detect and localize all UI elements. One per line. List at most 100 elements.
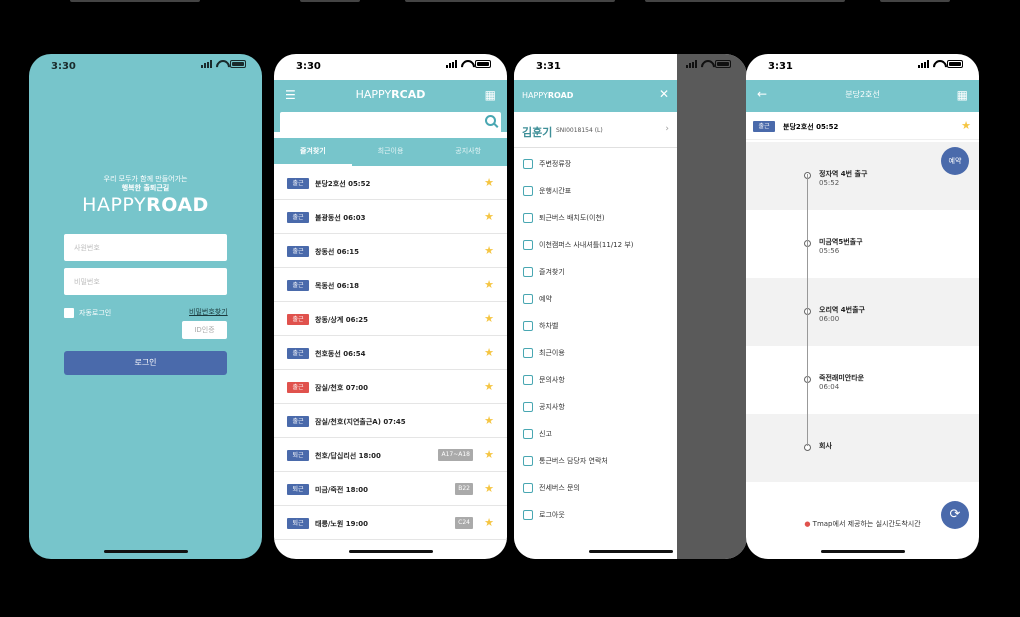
menu-item[interactable]: 최근이용: [514, 339, 677, 366]
refresh-button[interactable]: ⟳: [941, 501, 969, 529]
stop-time: 05:56: [819, 247, 840, 255]
star-icon[interactable]: ★: [484, 516, 494, 529]
list-item[interactable]: 출근 불광동선 06:03 ★: [274, 200, 507, 234]
stop-name: 미금역5번출구: [819, 238, 863, 246]
tab-favorites[interactable]: 즐겨찾기: [274, 138, 352, 166]
star-icon[interactable]: ★: [484, 176, 494, 189]
stop-time: 05:52: [819, 179, 840, 187]
menu-item[interactable]: 신고: [514, 420, 677, 447]
drawer-screen: 3:31 HAPPYROAD ✕ 김훈기 SNI0018154 (L) › 주변…: [514, 54, 747, 559]
user-profile[interactable]: 김훈기 SNI0018154 (L) ›: [514, 112, 677, 148]
login-screen: 3:30 우리 모두가 함께 만들어가는 행복한 출퇴근길 HAPPYROAD …: [29, 54, 262, 559]
star-icon[interactable]: ★: [484, 244, 494, 257]
commute-badge: 퇴근: [287, 484, 309, 495]
menu-label: 공지사항: [539, 402, 565, 411]
bus-tag: B22: [455, 483, 473, 495]
search-icon[interactable]: [485, 115, 496, 126]
stop-item[interactable]: 미금역5번출구 05:56: [746, 210, 979, 278]
menu-item[interactable]: 전세버스 문의: [514, 474, 677, 501]
stop-item[interactable]: 죽전래미안타운 06:04: [746, 346, 979, 414]
status-icons: [201, 60, 246, 68]
drawer-menu: 주변정류장운행시간표퇴근버스 배치도(이천) 이천캠퍼스 사내셔틀(11/12 부…: [514, 150, 677, 528]
menu-icon: [523, 374, 533, 385]
reserve-button[interactable]: 예약: [941, 147, 969, 175]
star-icon[interactable]: ★: [484, 210, 494, 223]
auto-login-label: 자동로그인: [79, 309, 112, 317]
commute-badge: 출근: [287, 348, 309, 359]
star-icon[interactable]: ★: [484, 346, 494, 359]
menu-item[interactable]: 로그아웃: [514, 501, 677, 528]
checkbox-icon[interactable]: [64, 308, 74, 318]
list-item[interactable]: 출근 천호동선 06:54 ★: [274, 336, 507, 370]
list-item[interactable]: 출근 창동선 06:15 ★: [274, 234, 507, 268]
search-input[interactable]: [280, 112, 501, 134]
list-item[interactable]: 출근 창동/상계 06:25 ★: [274, 302, 507, 336]
slogan-line2: 행복한 출퇴근길: [121, 184, 170, 192]
star-icon[interactable]: ★: [484, 278, 494, 291]
status-time: 3:31: [768, 61, 793, 72]
commute-badge: 출근: [287, 246, 309, 257]
menu-label: 통근버스 담당자 연락처: [539, 456, 608, 465]
title-road: RCAD: [391, 88, 426, 101]
tab-recent[interactable]: 최근이용: [352, 138, 430, 166]
menu-icon: [523, 158, 533, 169]
list-item[interactable]: 출근 분당2호선 05:52 ★: [274, 166, 507, 200]
map-icon[interactable]: ▦: [485, 88, 496, 102]
map-icon[interactable]: ▦: [957, 88, 968, 102]
stop-list: 정자역 4번 출구 05:52 미금역5번출구 05:56 오리역 4번출구 06:00 죽…: [746, 142, 979, 482]
wifi-icon: [216, 60, 226, 68]
battery-icon: [230, 60, 246, 68]
menu-item[interactable]: 운행시간표: [514, 177, 677, 204]
auto-login-checkbox[interactable]: 자동로그인: [64, 308, 111, 318]
title-happy: HAPPY: [355, 88, 392, 101]
menu-icon: [523, 347, 533, 358]
list-item[interactable]: 퇴근 태릉/노원 19:00 C24 ★: [274, 506, 507, 540]
stop-name: 오리역 4번출구: [819, 306, 865, 314]
menu-icon: [523, 482, 533, 493]
password-input[interactable]: 비밀번호: [64, 268, 227, 295]
menu-item[interactable]: 즐겨찾기: [514, 258, 677, 285]
stop-name: 정자역 4번 출구: [819, 170, 868, 178]
id-auth-button[interactable]: ID인증: [182, 321, 227, 339]
battery-icon: [715, 60, 731, 68]
dimmed-background[interactable]: [677, 54, 747, 559]
route-name: 천호/답십리선 18:00: [315, 452, 381, 460]
menu-item[interactable]: 예약: [514, 285, 677, 312]
menu-item[interactable]: 공지사항: [514, 393, 677, 420]
menu-label: 신고: [539, 429, 552, 438]
list-item[interactable]: 퇴근 천호/답십리선 18:00 A17~A18 ★: [274, 438, 507, 472]
menu-item[interactable]: 이천캠퍼스 사내셔틀(11/12 부): [514, 231, 677, 258]
route-name: 잠실/천호 07:00: [315, 384, 369, 392]
star-icon[interactable]: ★: [484, 380, 494, 393]
star-icon[interactable]: ★: [961, 119, 971, 132]
star-icon[interactable]: ★: [484, 482, 494, 495]
find-password-link[interactable]: 비밀번호찾기: [189, 307, 228, 317]
stop-item[interactable]: 오리역 4번출구 06:00: [746, 278, 979, 346]
employee-number-input[interactable]: 사원번호: [64, 234, 227, 261]
drawer-logo: HAPPYROAD: [522, 91, 573, 100]
star-icon[interactable]: ★: [484, 414, 494, 427]
status-bar: 3:31: [746, 54, 979, 80]
route-detail-screen: 3:31 ← 분당2호선 ▦ 출근 분당2호선 05:52 ★ 정자역 4번 출…: [746, 54, 979, 559]
stop-item[interactable]: 회사: [746, 414, 979, 482]
list-item[interactable]: 출근 목동선 06:18 ★: [274, 268, 507, 302]
tab-notice[interactable]: 공지사항: [429, 138, 507, 166]
list-item[interactable]: 퇴근 미금/죽전 18:00 B22 ★: [274, 472, 507, 506]
star-icon[interactable]: ★: [484, 448, 494, 461]
menu-item[interactable]: 하차벨: [514, 312, 677, 339]
menu-item[interactable]: 통근버스 담당자 연락처: [514, 447, 677, 474]
battery-icon: [475, 60, 491, 68]
menu-item[interactable]: 문의사항: [514, 366, 677, 393]
route-name: 천호동선 06:54: [315, 350, 366, 358]
home-indicator: [103, 550, 188, 553]
stop-time: 06:04: [819, 383, 840, 391]
menu-icon: [523, 455, 533, 466]
star-icon[interactable]: ★: [484, 312, 494, 325]
menu-item[interactable]: 퇴근버스 배치도(이천): [514, 204, 677, 231]
list-item[interactable]: 출근 잠실/천호(지연출근A) 07:45 ★: [274, 404, 507, 438]
list-item[interactable]: 출근 잠실/천호 07:00 ★: [274, 370, 507, 404]
login-button[interactable]: 로그인: [64, 351, 227, 375]
close-icon[interactable]: ✕: [659, 87, 669, 101]
menu-item[interactable]: 주변정류장: [514, 150, 677, 177]
menu-label: 운행시간표: [539, 186, 572, 195]
